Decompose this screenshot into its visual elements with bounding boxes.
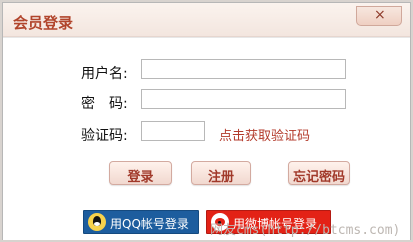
login-button[interactable]: 登录 bbox=[109, 161, 172, 185]
dialog-title: 会员登录 bbox=[13, 14, 74, 32]
login-dialog: 会员登录 × 用户名: 密 码: 验证码: 点击获取验证码 登录 注册 忘记密码… bbox=[2, 2, 411, 240]
close-button[interactable]: × bbox=[356, 6, 402, 26]
password-input[interactable] bbox=[141, 89, 346, 109]
captcha-label: 验证码: bbox=[81, 128, 128, 144]
login-button-label: 登录 bbox=[127, 170, 154, 185]
password-label: 密 码: bbox=[81, 96, 128, 112]
qq-icon bbox=[88, 213, 106, 231]
close-icon: × bbox=[374, 7, 386, 23]
qq-login-button[interactable]: 用QQ帐号登录 bbox=[83, 210, 199, 234]
dialog-titlebar: 会员登录 × bbox=[3, 3, 410, 37]
register-button-label: 注册 bbox=[207, 170, 234, 185]
forgot-password-button[interactable]: 忘记密码 bbox=[288, 161, 350, 185]
register-button[interactable]: 注册 bbox=[191, 161, 251, 185]
get-captcha-link[interactable]: 点击获取验证码 bbox=[219, 125, 310, 144]
username-input[interactable] bbox=[141, 59, 346, 79]
dialog-content: 用户名: 密 码: 验证码: 点击获取验证码 登录 注册 忘记密码 用QQ帐号登… bbox=[3, 37, 410, 240]
username-label: 用户名: bbox=[81, 66, 128, 82]
captcha-input[interactable] bbox=[141, 121, 205, 141]
forgot-password-button-label: 忘记密码 bbox=[292, 170, 345, 185]
watermark-text: 网友cms(http://btcms.com) bbox=[210, 223, 401, 238]
qq-login-label: 用QQ帐号登录 bbox=[110, 217, 189, 231]
